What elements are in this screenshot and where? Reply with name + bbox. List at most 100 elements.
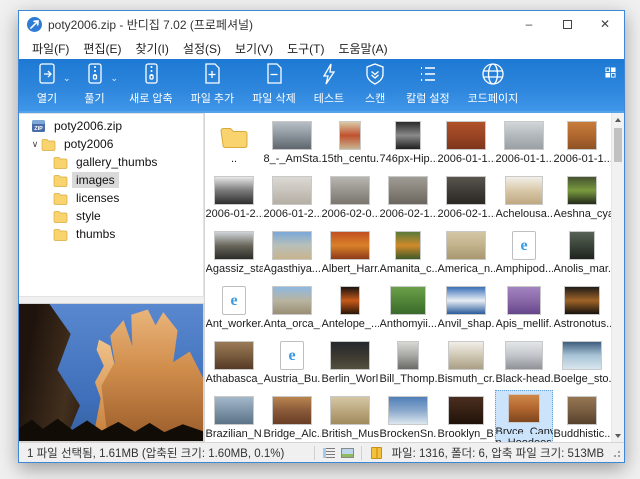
file-item[interactable]: 2006-01-1...	[553, 115, 611, 170]
file-item[interactable]: Bismuth_cr...	[437, 335, 495, 390]
file-item[interactable]: 2006-02-1...	[437, 170, 495, 225]
image-thumbnail	[272, 176, 312, 205]
file-item[interactable]: Bridge_Alc...	[263, 390, 321, 442]
tree-item-poty2006[interactable]: ∨ poty2006	[19, 135, 203, 153]
file-item[interactable]: 2006-01-1...	[495, 115, 553, 170]
file-item[interactable]: eAustria_Bu...	[263, 335, 321, 390]
resize-grip[interactable]	[610, 447, 622, 459]
chevron-down-icon[interactable]: ∨	[29, 139, 41, 150]
maximize-button[interactable]	[548, 11, 586, 37]
tree-item-style[interactable]: style	[19, 207, 203, 225]
image-thumbnail	[388, 176, 428, 205]
title-bar[interactable]: poty2006.zip - 반디집 7.02 (프로페셔널) – ✕	[19, 11, 624, 37]
menu-help[interactable]: 도움말(A)	[331, 38, 394, 59]
menu-edit[interactable]: 편집(E)	[76, 38, 128, 59]
details-view-icon[interactable]	[320, 445, 338, 460]
scroll-down-arrow[interactable]	[612, 429, 624, 442]
thumbnail-view-icon[interactable]	[338, 445, 356, 460]
file-item-up-folder[interactable]: ..	[205, 115, 263, 170]
test-button[interactable]: 테스트	[305, 59, 353, 111]
file-item[interactable]: Bryce_Canyon_Hoodoos.j	[495, 390, 553, 442]
tree-item-gallery-thumbs[interactable]: gallery_thumbs	[19, 153, 203, 171]
scroll-up-arrow[interactable]	[612, 113, 624, 126]
file-item[interactable]: 2006-02-1...	[379, 170, 437, 225]
file-item[interactable]: eAnt_worker...	[205, 280, 263, 335]
column-settings-button[interactable]: 칼럼 설정	[397, 59, 459, 111]
file-item[interactable]: 8_-_AmSta...	[263, 115, 321, 170]
file-item[interactable]: Boelge_sto...	[553, 335, 611, 390]
minimize-button[interactable]: –	[510, 11, 548, 37]
scrollbar-thumb[interactable]	[614, 128, 622, 162]
extract-button[interactable]: 풀기	[73, 59, 117, 111]
file-item[interactable]: Brooklyn_B...	[437, 390, 495, 442]
tree-item-thumbs[interactable]: thumbs	[19, 225, 203, 243]
file-item[interactable]: Anolis_mar...	[553, 225, 611, 280]
menu-find[interactable]: 찾기(I)	[128, 38, 175, 59]
image-thumbnail	[567, 176, 597, 205]
tree-item-archive-root[interactable]: ZIP poty2006.zip	[19, 117, 203, 135]
file-item[interactable]: America_n...	[437, 225, 495, 280]
image-thumbnail	[567, 121, 597, 150]
image-thumbnail	[446, 286, 486, 315]
file-item[interactable]: Athabasca_...	[205, 335, 263, 390]
file-item[interactable]: 2006-01-1...	[437, 115, 495, 170]
file-item[interactable]: Anta_orca_...	[263, 280, 321, 335]
file-item[interactable]: Black-head...	[495, 335, 553, 390]
menu-tools[interactable]: 도구(T)	[280, 38, 331, 59]
file-item[interactable]: Astronotus...	[553, 280, 611, 335]
file-item[interactable]: Anvil_shap...	[437, 280, 495, 335]
file-item[interactable]: Agassiz_sta...	[205, 225, 263, 280]
delete-file-icon	[261, 61, 287, 90]
lightning-icon	[316, 61, 342, 90]
image-thumbnail	[214, 176, 254, 205]
scrollbar-track[interactable]	[612, 126, 624, 429]
scan-button[interactable]: 스캔	[353, 59, 397, 111]
file-item[interactable]: Apis_mellif...	[495, 280, 553, 335]
codepage-button[interactable]: 코드페이지	[459, 59, 528, 111]
file-item[interactable]: 2006-02-0...	[321, 170, 379, 225]
file-item[interactable]: 746px-Hip...	[379, 115, 437, 170]
open-button[interactable]: 열기	[25, 59, 69, 111]
menu-view[interactable]: 보기(V)	[228, 38, 280, 59]
image-thumbnail	[388, 396, 428, 425]
tree-item-licenses[interactable]: licenses	[19, 189, 203, 207]
file-item[interactable]: Achelousa...	[495, 170, 553, 225]
extract-dropdown-chevron-icon[interactable]: ⌄	[111, 73, 119, 84]
file-item[interactable]: 2006-01-2...	[205, 170, 263, 225]
folder-tree: ZIP poty2006.zip ∨ poty2006 gallery_thum…	[19, 113, 204, 297]
new-archive-button[interactable]: 새로 압축	[120, 59, 182, 111]
file-item[interactable]: eAmphipod...	[495, 225, 553, 280]
close-button[interactable]: ✕	[586, 11, 624, 37]
layout-grid-icon[interactable]	[605, 65, 616, 83]
image-thumbnail	[446, 176, 486, 205]
file-item-label: 2006-01-1...	[554, 153, 611, 165]
file-item[interactable]: Agasthiya...	[263, 225, 321, 280]
file-item[interactable]: BrockenSn...	[379, 390, 437, 442]
file-item[interactable]: Brazilian_N...	[205, 390, 263, 442]
file-item[interactable]: Buddhistic...	[553, 390, 611, 442]
delete-file-button[interactable]: 파일 삭제	[243, 59, 305, 111]
toolbar-button-label: 스캔	[365, 90, 385, 106]
tree-item-images[interactable]: images	[19, 171, 203, 189]
toolbar-button-label: 열기	[37, 90, 57, 106]
image-thumbnail	[562, 341, 602, 370]
file-item[interactable]: Bill_Thomp...	[379, 335, 437, 390]
file-item[interactable]: Amanita_c...	[379, 225, 437, 280]
file-area: ..8_-_AmSta...15th_centu...746px-Hip...2…	[205, 113, 624, 442]
menu-file[interactable]: 파일(F)	[25, 38, 76, 59]
open-dropdown-chevron-icon[interactable]: ⌄	[63, 73, 71, 84]
tree-item-label: images	[72, 172, 119, 188]
file-item[interactable]: Berlin_Worl...	[321, 335, 379, 390]
image-thumbnail	[395, 231, 421, 260]
vertical-scrollbar[interactable]	[611, 113, 624, 442]
file-item[interactable]: Antelope_...	[321, 280, 379, 335]
file-item[interactable]: 15th_centu...	[321, 115, 379, 170]
menu-settings[interactable]: 설정(S)	[176, 38, 228, 59]
file-item-label: Amanita_c...	[380, 263, 437, 275]
file-item[interactable]: Anthomyii...	[379, 280, 437, 335]
file-item[interactable]: Albert_Harr...	[321, 225, 379, 280]
file-item[interactable]: 2006-01-2...	[263, 170, 321, 225]
file-item[interactable]: British_Mus...	[321, 390, 379, 442]
file-item[interactable]: Aeshna_cya...	[553, 170, 611, 225]
add-file-button[interactable]: 파일 추가	[182, 59, 244, 111]
